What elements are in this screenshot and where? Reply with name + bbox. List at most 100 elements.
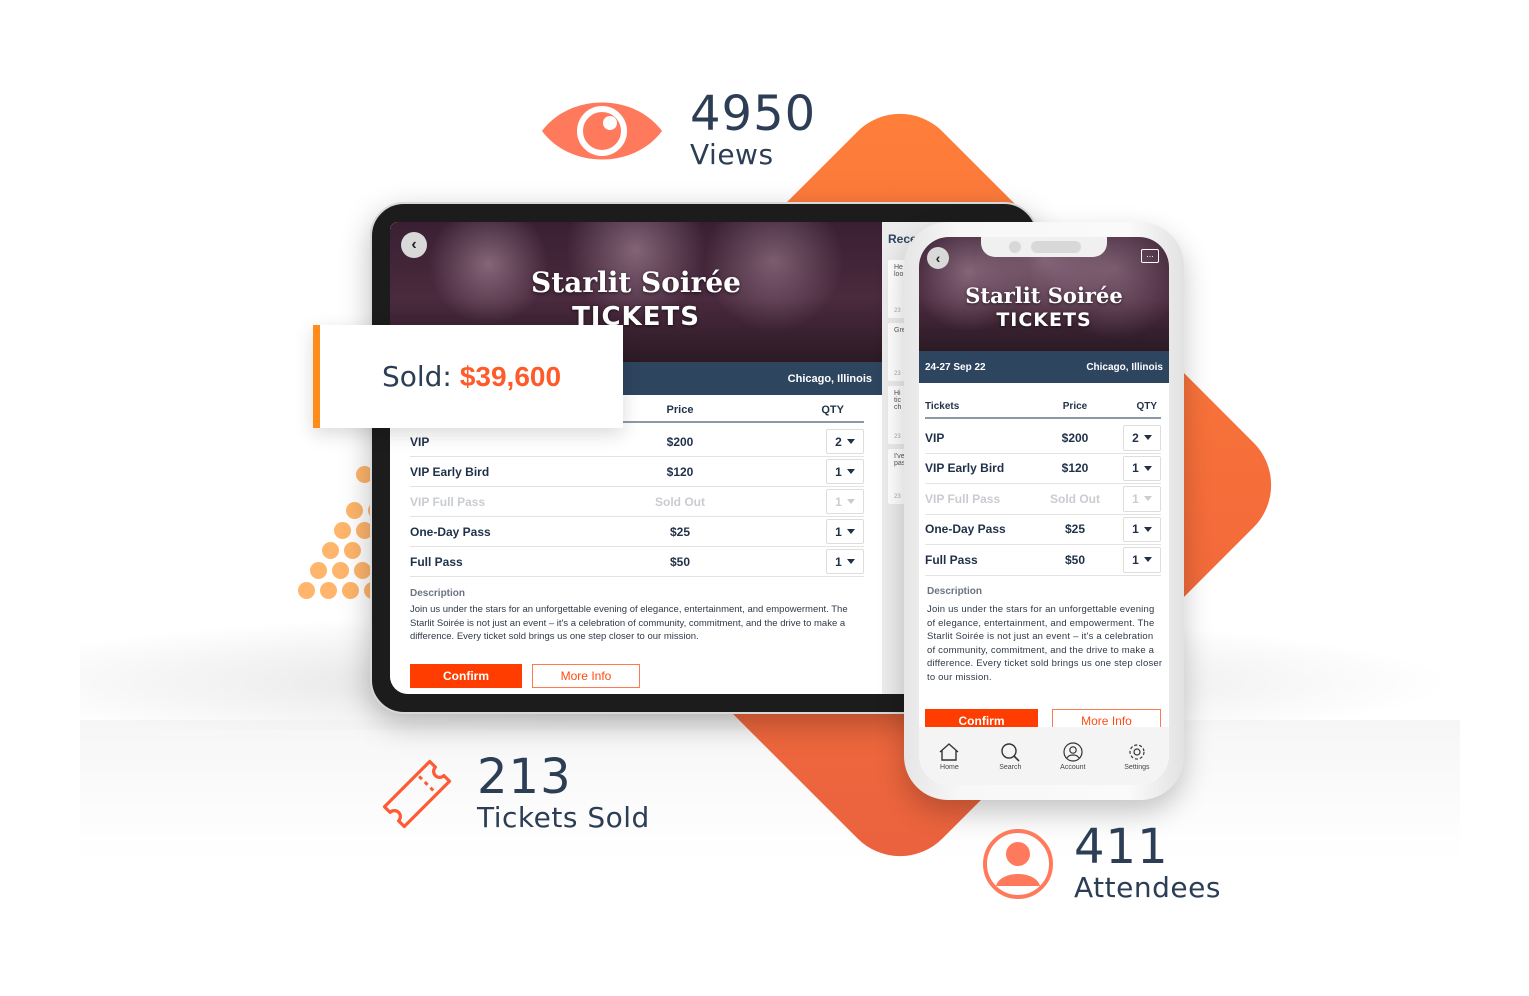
ticket-row: VIP Full Pass Sold Out 1: [410, 487, 864, 517]
quantity-value: 2: [835, 434, 842, 449]
sold-label: Sold:: [381, 360, 452, 393]
ticket-price: $50: [669, 554, 691, 569]
ticket-name: VIP Early Bird: [410, 464, 490, 479]
caret-down-icon: [846, 439, 855, 444]
back-button[interactable]: ‹: [401, 232, 427, 258]
ticket-price: $200: [1061, 430, 1089, 445]
caret-down-icon: [1143, 496, 1152, 502]
ticket-row: VIP $200 2: [410, 427, 864, 457]
quantity-value: 1: [1132, 461, 1139, 476]
ticket-name: One-Day Pass: [925, 522, 1006, 537]
event-subtitle: TICKETS: [996, 309, 1092, 331]
ticket-row: VIP Full Pass Sold Out 1: [925, 484, 1161, 515]
decorative-dot: [298, 582, 315, 599]
ticket-row: One-Day Pass $25 1: [410, 517, 864, 547]
event-title: Starlit Soirée: [531, 266, 741, 299]
nav-settings-label: Settings: [1124, 763, 1150, 771]
caret-down-icon: [846, 499, 855, 504]
event-info-bar: 24-27 Sep 22 Chicago, Illinois: [919, 351, 1169, 383]
message-time: 23: [894, 434, 901, 440]
caret-down-icon: [846, 529, 855, 534]
quantity-select: 1: [826, 489, 864, 514]
ticket-icon: [382, 759, 452, 829]
caret-down-icon: [1143, 526, 1152, 532]
search-icon: [1001, 742, 1020, 762]
nav-home[interactable]: Home: [938, 742, 960, 771]
quantity-select[interactable]: 2: [826, 429, 864, 454]
tickets-sold-count: 213: [477, 749, 572, 806]
nav-search-label: Search: [999, 763, 1022, 771]
event-dates: 24-27 Sep 22: [925, 361, 986, 373]
ticket-row: Full Pass $50 1: [410, 547, 864, 577]
quantity-select[interactable]: 1: [1123, 455, 1161, 481]
message-time: 23: [894, 494, 901, 500]
ticket-row: Full Pass $50 1: [925, 545, 1161, 576]
views-label: Views: [690, 138, 774, 171]
quantity-select[interactable]: 1: [826, 549, 864, 574]
ticket-name: VIP Full Pass: [410, 494, 486, 509]
quantity-value: 1: [1132, 522, 1139, 537]
quantity-value: 1: [835, 464, 842, 479]
quantity-select[interactable]: 1: [826, 459, 864, 484]
user-icon: [983, 828, 1053, 899]
tickets-sold-label: Tickets Sold: [477, 801, 650, 835]
tickets-sold-stat: 213 Tickets Sold: [375, 752, 650, 836]
ticket-price: $120: [1061, 461, 1089, 476]
decorative-dot: [354, 562, 371, 579]
account-icon: [1063, 741, 1083, 762]
sold-amount: $39,600: [459, 360, 562, 392]
nav-settings[interactable]: Settings: [1124, 742, 1150, 771]
description-heading: Description: [410, 588, 466, 599]
ticket-name: One-Day Pass: [410, 524, 491, 539]
chevron-left-icon: ‹: [935, 250, 941, 266]
caret-down-icon: [1143, 557, 1152, 563]
quantity-value: 1: [1132, 552, 1139, 567]
quantity-value: 1: [835, 494, 842, 509]
quantity-value: 2: [1132, 430, 1139, 445]
quantity-select[interactable]: 1: [1123, 516, 1161, 542]
ticket-name: Full Pass: [410, 554, 463, 569]
home-icon: [939, 742, 959, 761]
decorative-dot: [332, 562, 349, 579]
header-tickets: Tickets: [925, 400, 960, 412]
attendees-stat: 411 Attendees: [982, 823, 1221, 905]
ticket-name: VIP: [410, 434, 430, 449]
ticket-row: VIP Early Bird $120 1: [925, 454, 1161, 484]
nav-search[interactable]: Search: [999, 742, 1021, 771]
back-button[interactable]: ‹: [927, 247, 949, 269]
ticket-price: $200: [666, 434, 694, 449]
quantity-select[interactable]: 1: [826, 519, 864, 544]
quantity-select[interactable]: 1: [1123, 547, 1161, 573]
chevron-left-icon: ‹: [411, 236, 417, 253]
views-stat: 4950 Views: [540, 90, 816, 172]
decorative-dot: [320, 582, 337, 599]
caret-down-icon: [846, 469, 855, 474]
decorative-dot: [342, 582, 359, 599]
description-text: Join us under the stars for an unforgett…: [410, 604, 848, 642]
phone-device: ‹ ... Starlit Soirée TICKETS 24-27 Sep 2…: [904, 222, 1184, 800]
ticket-name: Full Pass: [925, 552, 978, 567]
ticket-price: Sold Out: [1050, 491, 1100, 506]
ticket-price: Sold Out: [655, 494, 705, 509]
chat-icon[interactable]: ...: [1141, 249, 1159, 263]
header-price: Price: [666, 403, 694, 416]
confirm-button[interactable]: Confirm: [410, 664, 522, 688]
ticket-table-header: Tickets Price QTY: [925, 395, 1161, 419]
nav-home-label: Home: [940, 763, 959, 771]
ticket-price: $120: [666, 464, 694, 479]
decorative-dot: [334, 522, 351, 539]
quantity-select: 1: [1123, 486, 1161, 512]
event-location: Chicago, Illinois: [787, 372, 872, 385]
description-text: Join us under the stars for an unforgett…: [927, 604, 1163, 683]
message-time: 23: [894, 371, 901, 377]
ticket-price: $25: [1064, 522, 1086, 537]
settings-icon: [1129, 743, 1145, 760]
decorative-dot: [322, 542, 339, 559]
more-info-button[interactable]: More Info: [532, 664, 640, 688]
nav-account[interactable]: Account: [1060, 741, 1085, 771]
phone-notch: [981, 237, 1107, 257]
quantity-value: 1: [835, 554, 842, 569]
decorative-dot: [344, 542, 361, 559]
ticket-row: One-Day Pass $25 1: [925, 515, 1161, 545]
quantity-select[interactable]: 2: [1123, 425, 1161, 451]
